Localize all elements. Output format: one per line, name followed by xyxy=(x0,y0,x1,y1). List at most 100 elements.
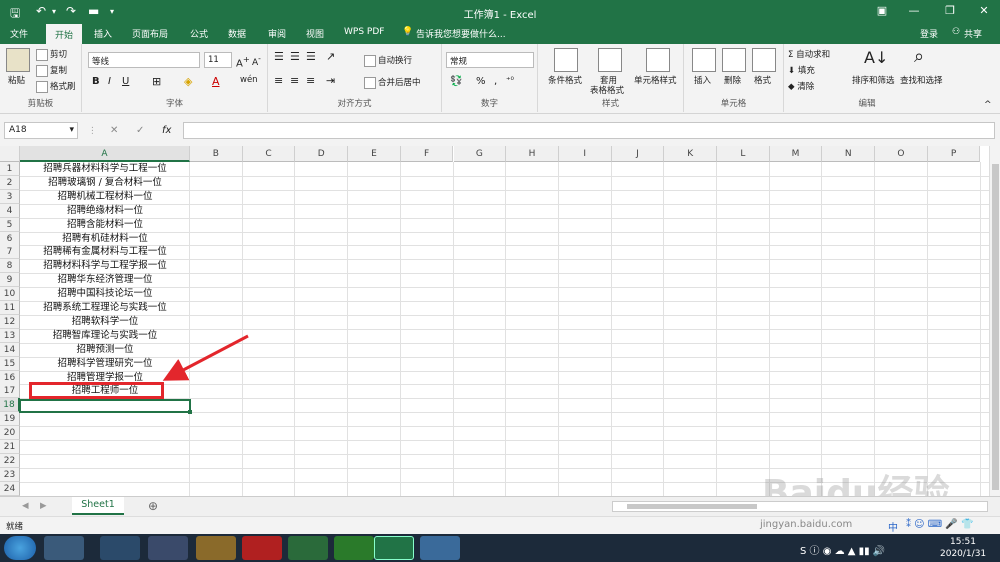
format-cell-icon[interactable] xyxy=(752,48,776,72)
tab-wps-pdf[interactable]: WPS PDF xyxy=(344,27,384,37)
formula-input[interactable] xyxy=(183,122,995,139)
sheet-tab-sheet1[interactable]: Sheet1 xyxy=(72,497,124,515)
cancel-icon[interactable]: ✕ xyxy=(110,125,118,136)
wrap-text-button[interactable]: 自动换行 xyxy=(364,54,412,67)
restore-button[interactable]: ❐ xyxy=(940,4,960,17)
align-left-icon[interactable]: ≡ xyxy=(274,74,283,87)
number-format-select[interactable]: 常规 xyxy=(446,52,534,68)
taskbar-explorer-icon[interactable] xyxy=(196,536,236,560)
insert-function-icon[interactable]: fx xyxy=(162,125,171,136)
align-top-icon[interactable]: ☰ xyxy=(274,50,284,63)
tab-insert[interactable]: 插入 xyxy=(94,27,112,40)
share-button[interactable]: 共享 xyxy=(964,27,982,40)
font-name-select[interactable]: 等线 xyxy=(88,52,200,68)
table-format-button-2[interactable]: 表格格式 xyxy=(590,84,624,96)
sort-filter-icon[interactable]: A↓ xyxy=(864,48,888,67)
clear-button[interactable]: ◆ 清除 xyxy=(788,80,814,92)
tab-formulas[interactable]: 公式 xyxy=(190,27,208,40)
taskbar-browser-icon[interactable] xyxy=(148,536,188,560)
start-button[interactable] xyxy=(4,536,36,560)
cell-style-icon[interactable] xyxy=(646,48,670,72)
decimal-icon[interactable]: ⁺⁰ xyxy=(506,76,514,86)
magnifier-icon[interactable]: ⌕ xyxy=(914,46,924,67)
tab-home[interactable]: 开始 xyxy=(46,24,83,44)
indent-icon[interactable]: ⇥ xyxy=(326,74,335,87)
paste-icon[interactable] xyxy=(6,48,30,72)
align-center-icon[interactable]: ≡ xyxy=(290,74,299,87)
tab-page-layout[interactable]: 页面布局 xyxy=(132,27,168,40)
ime-toolbar-icon[interactable]: ⁑ ☺ ⌨ 🎤 👕 xyxy=(906,519,973,530)
align-right-icon[interactable]: ≡ xyxy=(306,74,315,87)
tell-me-search[interactable]: 告诉我您想要做什么... xyxy=(416,27,506,40)
italic-icon[interactable]: I xyxy=(108,76,111,87)
delete-cell-button[interactable]: 删除 xyxy=(724,74,741,86)
fill-color-icon[interactable]: ◈ xyxy=(184,75,192,88)
paste-button[interactable]: 粘贴 xyxy=(8,74,25,86)
copy-button[interactable]: 复制 xyxy=(36,64,67,77)
enter-icon[interactable]: ✓ xyxy=(136,125,144,136)
table-format-icon[interactable] xyxy=(598,48,622,72)
delete-cell-icon[interactable] xyxy=(722,48,746,72)
sort-filter-button[interactable]: 排序和筛选 xyxy=(852,74,895,86)
font-size-select[interactable]: 11 xyxy=(204,52,232,68)
clipboard-group: 粘贴 剪切 复制 格式刷 剪贴板 xyxy=(0,44,82,112)
underline-icon[interactable]: U xyxy=(122,76,129,87)
name-box-dropdown-icon[interactable]: ▾ xyxy=(69,125,74,135)
eraser-icon: ◆ xyxy=(788,82,798,92)
comma-icon[interactable]: , xyxy=(494,76,497,87)
ribbon-home: 粘贴 剪切 复制 格式刷 剪贴板 等线 11 A+ A- B I U ⊞ ◈ A… xyxy=(0,44,1000,114)
orientation-icon[interactable]: ↗ xyxy=(326,50,335,63)
taskbar-youdao-icon[interactable] xyxy=(242,536,282,560)
tab-view[interactable]: 视图 xyxy=(306,27,324,40)
sign-in-link[interactable]: 登录 xyxy=(920,27,938,40)
taskbar-app-icon[interactable] xyxy=(44,536,84,560)
taskbar-excel-icon[interactable] xyxy=(374,536,414,560)
align-bottom-icon[interactable]: ☰ xyxy=(306,50,316,63)
share-icon[interactable]: ⚇ xyxy=(952,27,960,37)
name-box[interactable]: A18 ▾ xyxy=(4,122,78,139)
next-sheet-icon[interactable]: ▶ xyxy=(40,501,47,511)
conditional-format-button[interactable]: 条件格式 xyxy=(548,74,582,86)
taskbar-app2-icon[interactable] xyxy=(288,536,328,560)
close-button[interactable]: ✕ xyxy=(974,4,994,17)
fill-button[interactable]: ⬇ 填充 xyxy=(788,64,815,76)
formula-bar: A18 ▾ ⋮ ✕ ✓ fx xyxy=(0,114,1000,146)
shrink-font-icon[interactable]: A- xyxy=(252,54,261,68)
taskbar-sogou-icon[interactable] xyxy=(100,536,140,560)
taskbar-remote-icon[interactable] xyxy=(420,536,460,560)
cells-label: 单元格 xyxy=(720,99,747,109)
autosum-button[interactable]: Σ 自动求和 xyxy=(788,48,830,60)
tray-icons[interactable]: S ⓘ ◉ ☁ ▲ ▮▮ 🔊 xyxy=(800,542,885,557)
find-select-button[interactable]: 查找和选择 xyxy=(900,74,943,86)
prev-sheet-icon[interactable]: ◀ xyxy=(22,501,29,511)
currency-icon[interactable]: 💱 xyxy=(450,76,462,87)
cut-button[interactable]: 剪切 xyxy=(36,48,67,61)
align-middle-icon[interactable]: ☰ xyxy=(290,50,300,63)
font-color-icon[interactable]: A xyxy=(212,75,220,88)
grow-font-icon[interactable]: A+ xyxy=(236,54,250,69)
border-icon[interactable]: ⊞ xyxy=(152,75,161,88)
tab-data[interactable]: 数据 xyxy=(228,27,246,40)
phonetic-icon[interactable]: wén xyxy=(240,75,258,85)
copy-icon xyxy=(36,64,48,77)
tab-file[interactable]: 文件 xyxy=(10,27,28,40)
cell-style-button[interactable]: 单元格样式 xyxy=(634,74,677,86)
ime-mode[interactable]: 中 xyxy=(888,519,898,534)
minimize-button[interactable]: — xyxy=(904,4,924,17)
bold-icon[interactable]: B xyxy=(92,76,100,87)
window-title: 工作簿1 - Excel xyxy=(463,10,537,21)
collapse-ribbon-icon[interactable]: ^ xyxy=(984,100,992,110)
insert-cell-icon[interactable] xyxy=(692,48,716,72)
taskbar-wechat-icon[interactable] xyxy=(334,536,374,560)
percent-icon[interactable]: % xyxy=(476,76,486,87)
add-sheet-icon[interactable]: ⊕ xyxy=(148,499,158,513)
tab-review[interactable]: 审阅 xyxy=(268,27,286,40)
insert-cell-button[interactable]: 插入 xyxy=(694,74,711,86)
windows-taskbar: S ⓘ ◉ ☁ ▲ ▮▮ 🔊 15:51 2020/1/31 xyxy=(0,534,1000,562)
horizontal-scrollbar[interactable] xyxy=(612,501,988,512)
format-cell-button[interactable]: 格式 xyxy=(754,74,771,86)
merge-center-button[interactable]: 合并后居中 xyxy=(364,76,421,89)
ribbon-display-icon[interactable]: ▣ xyxy=(872,4,892,17)
format-painter-button[interactable]: 格式刷 xyxy=(36,80,76,93)
conditional-format-icon[interactable] xyxy=(554,48,578,72)
